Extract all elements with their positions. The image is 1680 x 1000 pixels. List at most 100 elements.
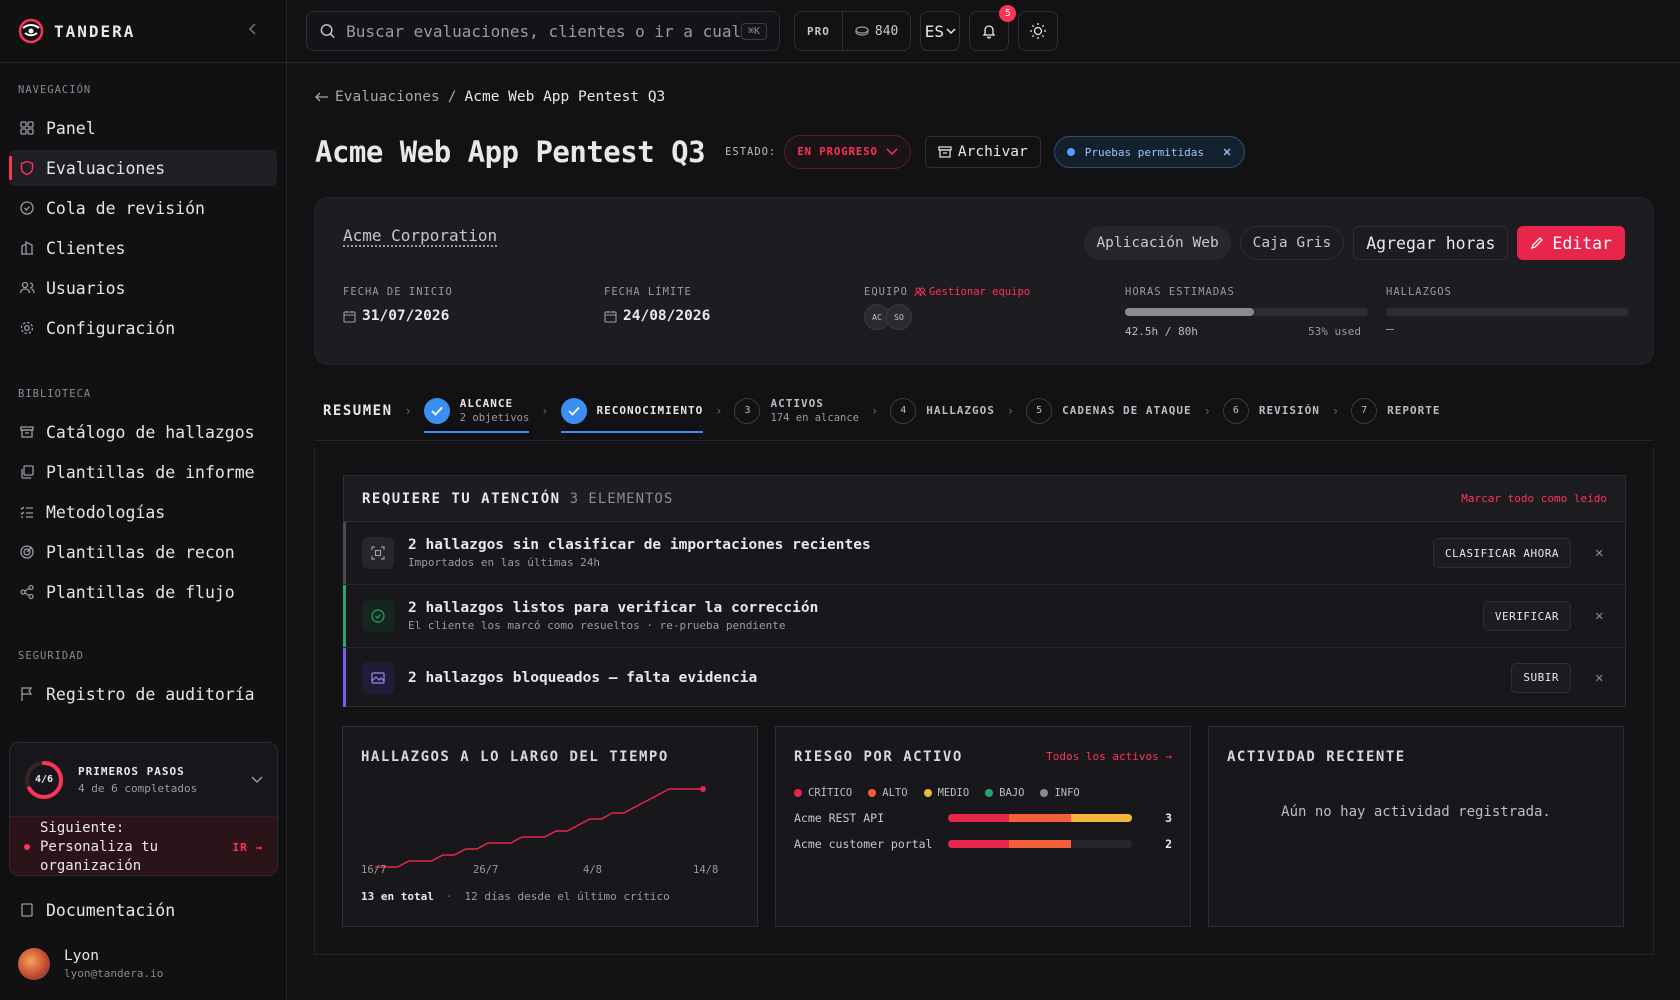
step-reconocimiento[interactable]: RECONOCIMIENTO (560, 381, 704, 441)
assessment-summary-card: Acme Corporation Aplicación Web Caja Gri… (314, 197, 1654, 365)
legend-label: ALTO (882, 787, 908, 799)
status-dropdown[interactable]: EN PROGRESO (784, 135, 911, 169)
step-label: CADENAS DE ATAQUE (1062, 404, 1192, 417)
sidebar-item-catálogo-de-hallazgos[interactable]: Catálogo de hallazgos (9, 414, 277, 450)
archive-label: Archivar (957, 144, 1028, 160)
step-alcance[interactable]: ALCANCE 2 objetivos (423, 381, 529, 441)
close-icon[interactable]: ✕ (1595, 670, 1607, 686)
edit-button[interactable]: Editar (1517, 226, 1625, 260)
all-assets-link[interactable]: Todos los activos → (1046, 750, 1172, 763)
days-since-critical: 12 días desde el último crítico (464, 890, 670, 903)
next-step-go-link[interactable]: IR → (233, 841, 264, 854)
hours-label: HORAS ESTIMADAS (1125, 286, 1235, 298)
legend-label: MEDIO (937, 787, 970, 799)
verify-button[interactable]: VERIFICAR (1482, 601, 1571, 631)
close-icon[interactable]: ✕ (1595, 608, 1607, 624)
main-content: Evaluaciones / Acme Web App Pentest Q3 A… (287, 63, 1680, 1000)
theme-toggle[interactable] (1018, 11, 1059, 51)
step-number: 5 (1026, 397, 1053, 424)
scan-icon (362, 537, 394, 569)
onboarding-progress-label: 4/6 (34, 774, 54, 785)
users-icon (914, 287, 926, 297)
sidebar-item-plantillas-de-informe[interactable]: Plantillas de informe (9, 454, 277, 490)
step-cadenas-de-ataque[interactable]: 5 CADENAS DE ATAQUE (1026, 381, 1192, 441)
sun-icon (1030, 23, 1047, 39)
step-activos[interactable]: 3 ACTIVOS 174 en alcance (734, 381, 859, 441)
sidebar-item-clientes[interactable]: Clientes (9, 230, 277, 266)
asset-name[interactable]: Acme REST API (794, 811, 884, 825)
sidebar-item-docs[interactable]: Documentación (9, 892, 278, 928)
brand[interactable]: TANDERA (0, 0, 286, 63)
sidebar-item-usuarios[interactable]: Usuarios (9, 270, 277, 306)
archive-icon (18, 423, 36, 441)
findings-line-chart (375, 786, 706, 868)
type-tag: Aplicación Web (1084, 226, 1231, 260)
sidebar-item-evaluaciones[interactable]: Evaluaciones (9, 150, 277, 186)
credits-button[interactable]: 840 (841, 12, 910, 50)
mark-all-read-link[interactable]: Marcar todo como leído (1461, 492, 1607, 505)
sidebar-item-metodologías[interactable]: Metodologías (9, 494, 277, 530)
sidebar-item-registro-de-auditoría[interactable]: Registro de auditoría (9, 676, 277, 712)
onboarding-header[interactable]: 4/6 PRIMEROS PASOS 4 de 6 completados (10, 743, 277, 816)
legend-item: MEDIO (923, 787, 970, 799)
chevron-right-icon: › (715, 403, 723, 418)
avatar (18, 948, 50, 980)
add-hours-button[interactable]: Agregar horas (1353, 226, 1509, 260)
legend-label: INFO (1054, 787, 1080, 799)
risk-segment (1009, 814, 1071, 822)
next-step-dot (24, 844, 30, 850)
team-label: EQUIPO (864, 286, 908, 298)
status-label: ESTADO: (725, 146, 777, 158)
upload-button[interactable]: SUBIR (1511, 662, 1571, 693)
step-reporte[interactable]: 7 REPORTE (1351, 381, 1440, 441)
risk-segment (1009, 840, 1071, 848)
attention-item: 2 hallazgos bloqueados — falta evidencia… (343, 648, 1625, 707)
close-icon[interactable] (1222, 147, 1232, 157)
chevron-down-icon[interactable] (251, 775, 263, 784)
testing-allowed-pill[interactable]: Pruebas permitidas (1053, 136, 1245, 168)
archive-button[interactable]: Archivar (924, 136, 1041, 168)
close-icon[interactable]: ✕ (1595, 545, 1607, 561)
sidebar-item-label: Documentación (46, 900, 176, 920)
manage-team-link[interactable]: Gestionar equipo (914, 286, 1030, 298)
search-input[interactable]: Buscar evaluaciones, clientes o ir a cua… (306, 11, 780, 51)
user-profile[interactable]: Lyon lyon@tandera.io (18, 948, 163, 980)
user-name: Lyon (64, 948, 99, 964)
sidebar-item-plantillas-de-recon[interactable]: Plantillas de recon (9, 534, 277, 570)
step-number: 3 (734, 397, 761, 424)
plan-badge[interactable]: PRO (795, 12, 842, 50)
step-revisión[interactable]: 6 REVISIÓN (1222, 381, 1320, 441)
onboarding-next-step[interactable]: Siguiente: Personaliza tu organización I… (10, 816, 277, 875)
sidebar-item-cola-de-revisión[interactable]: Cola de revisión (9, 190, 277, 226)
team-label-row: EQUIPO Gestionar equipo (864, 286, 1030, 298)
tab-summary[interactable]: RESUMEN (323, 403, 393, 419)
due-date-value: 24/08/2026 (623, 308, 711, 324)
language-select[interactable]: ES (920, 11, 961, 51)
sidebar-item-label: Plantillas de flujo (46, 582, 235, 602)
sidebar-item-configuración[interactable]: Configuración (9, 310, 277, 346)
team-avatar[interactable]: SO (886, 304, 912, 330)
sidebar-item-plantillas-de-flujo[interactable]: Plantillas de flujo (9, 574, 277, 610)
classify-now-button[interactable]: CLASIFICAR AHORA (1433, 538, 1571, 568)
collapse-sidebar-icon[interactable] (248, 22, 258, 36)
breadcrumb-parent[interactable]: Evaluaciones (335, 89, 440, 105)
attention-item: 2 hallazgos listos para verificar la cor… (343, 585, 1625, 648)
due-date: 24/08/2026 (604, 308, 710, 324)
arrow-left-icon[interactable] (315, 92, 329, 102)
client-link[interactable]: Acme Corporation (343, 226, 497, 245)
sidebar-item-label: Panel (46, 118, 96, 138)
attention-count: 3 ELEMENTOS (569, 490, 674, 507)
sidebar-item-panel[interactable]: Panel (9, 110, 277, 146)
step-hallazgos[interactable]: 4 HALLAZGOS (890, 381, 995, 441)
asset-name[interactable]: Acme customer portal (794, 837, 932, 851)
activity-empty-state: Aún no hay actividad registrada. (1281, 804, 1551, 820)
shield-icon (18, 159, 36, 177)
sidebar-item-label: Plantillas de informe (46, 462, 255, 482)
library-heading: BIBLIOTECA (18, 388, 92, 400)
image-icon (362, 661, 394, 694)
pencil-icon (1531, 237, 1544, 250)
legend-item: INFO (1040, 787, 1080, 799)
notifications-button[interactable]: 5 (969, 5, 1017, 51)
language-value: ES (924, 21, 944, 41)
approach-tag: Caja Gris (1239, 226, 1345, 260)
